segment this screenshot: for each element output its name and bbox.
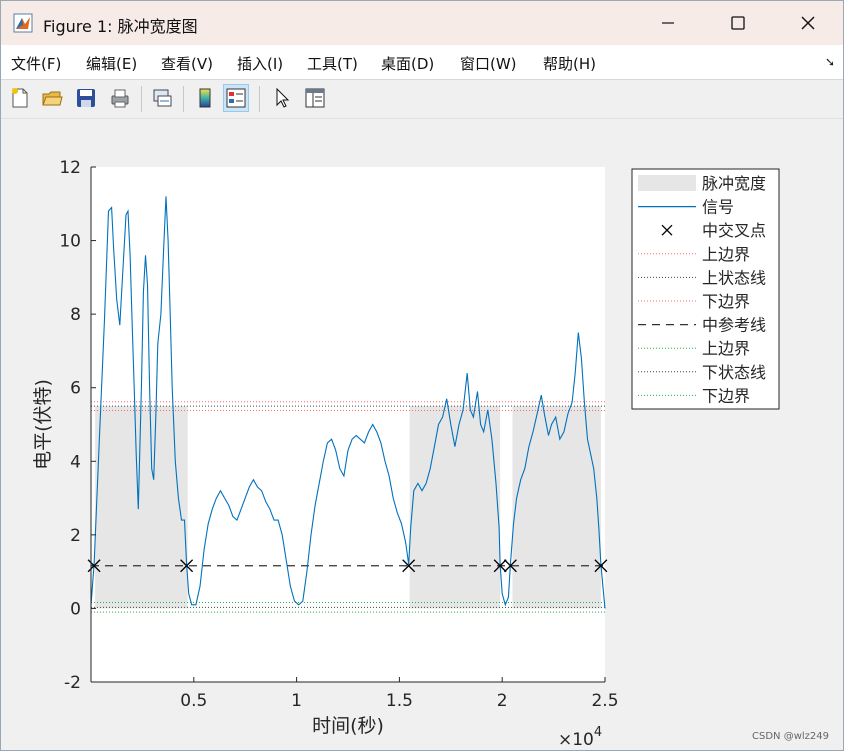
maximize-button[interactable] (703, 1, 773, 45)
property-inspector-icon (305, 88, 325, 108)
legend-entry-label: 下边界 (702, 386, 750, 405)
menu-desktop[interactable]: 桌面(D) (381, 53, 434, 74)
legend-entry-label: 上边界 (702, 245, 750, 264)
colorbar-button[interactable] (192, 84, 218, 112)
colorbar-icon (199, 88, 211, 108)
minimize-button[interactable] (633, 1, 703, 45)
legend-button[interactable] (223, 84, 249, 112)
y-tick-label: -2 (64, 673, 81, 693)
legend-entry-label: 中交叉点 (702, 221, 766, 240)
link-plot-icon (153, 89, 172, 107)
legend-entry-label: 上状态线 (702, 268, 766, 287)
watermark: CSDN @wlz249 (752, 731, 829, 742)
menu-bar: 文件(F) 编辑(E) 查看(V) 插入(I) 工具(T) 桌面(D) 窗口(W… (1, 45, 843, 80)
y-tick-label: 10 (59, 232, 81, 252)
save-icon (77, 89, 95, 107)
pointer-button[interactable] (269, 84, 295, 112)
maximize-icon (731, 16, 745, 30)
open-file-button[interactable] (39, 84, 65, 112)
pulse-width-region (409, 406, 501, 609)
x-exponent-power: 4 (594, 725, 602, 740)
menu-edit[interactable]: 编辑(E) (86, 53, 137, 74)
y-tick-label: 2 (70, 526, 81, 546)
toolbar-separator (259, 86, 260, 112)
x-axis-label: 时间(秒) (312, 715, 384, 737)
y-axis-label: 电平(伏特) (32, 379, 54, 470)
legend-entry-label: 中参考线 (702, 316, 766, 335)
close-icon (801, 16, 815, 30)
legend-icon (226, 88, 246, 108)
x-tick-label: 2.5 (591, 691, 618, 711)
menu-file[interactable]: 文件(F) (11, 53, 61, 74)
figure-window: Figure 1: 脉冲宽度图 文件(F) 编辑(E) 查看(V) 插入(I) … (0, 0, 844, 751)
menu-window[interactable]: 窗口(W) (460, 53, 517, 74)
menu-help[interactable]: 帮助(H) (543, 53, 596, 74)
toolbar-separator (183, 86, 184, 112)
legend-entry-label: 下状态线 (702, 363, 766, 382)
toolbar-separator (141, 86, 142, 112)
window-title: Figure 1: 脉冲宽度图 (43, 17, 198, 36)
close-button[interactable] (773, 1, 843, 45)
print-button[interactable] (107, 84, 133, 112)
dock-arrow-icon[interactable]: ➘ (825, 55, 835, 69)
legend-swatch-patch (638, 175, 696, 191)
legend-entry-label: 脉冲宽度 (702, 174, 766, 193)
y-tick-label: 4 (70, 452, 81, 472)
new-figure-button[interactable] (7, 84, 33, 112)
property-inspector-button[interactable] (302, 84, 328, 112)
legend-entry-label: 下边界 (702, 292, 750, 311)
y-tick-label: 0 (70, 599, 81, 619)
title-bar[interactable]: Figure 1: 脉冲宽度图 (1, 1, 843, 45)
print-icon (111, 89, 129, 108)
figure-canvas: -2 0 2 4 6 8 10 12 0.5 1 1.5 2 2.5 时间(秒) 电平(伏特) ×104 脉冲宽… (32, 158, 780, 750)
y-tick-label: 8 (70, 305, 81, 325)
menu-insert[interactable]: 插入(I) (237, 53, 283, 74)
new-figure-icon (12, 88, 28, 108)
x-tick-label: 1.5 (386, 691, 413, 711)
x-tick-label: 1 (291, 691, 302, 711)
legend-entry-label: 信号 (702, 198, 734, 217)
open-file-icon (42, 91, 63, 106)
pointer-icon (276, 87, 290, 108)
y-tick-label: 6 (70, 379, 81, 399)
x-tick-label: 2 (497, 691, 508, 711)
matlab-logo-icon (13, 13, 33, 33)
menu-tools[interactable]: 工具(T) (307, 53, 358, 74)
save-button[interactable] (73, 84, 99, 112)
plot-layer: -2 0 2 4 6 8 10 12 0.5 1 1.5 2 2.5 时间(秒) 电平(伏特) ×104 脉冲宽… (32, 158, 780, 750)
legend-entry-label: 上边界 (702, 339, 750, 358)
legend-box: 脉冲宽度信号中交叉点上边界上状态线下边界中参考线上边界下状态线下边界 (631, 168, 780, 410)
menu-view[interactable]: 查看(V) (161, 53, 213, 74)
link-plot-button[interactable] (149, 84, 175, 112)
toolbar (1, 80, 843, 119)
x-exponent-label: ×104 (558, 725, 602, 750)
x-tick-label: 0.5 (180, 691, 207, 711)
minimize-icon (662, 22, 674, 24)
y-tick-label: 12 (59, 158, 81, 178)
